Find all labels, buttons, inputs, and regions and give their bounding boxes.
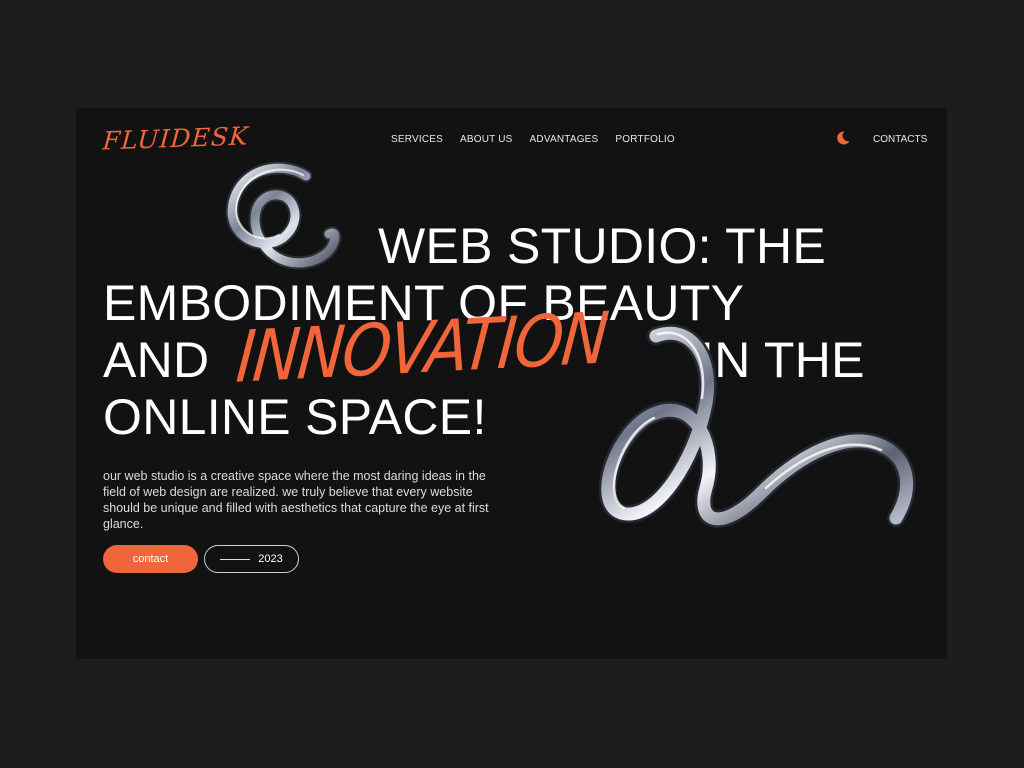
brand-logo[interactable]: FLUIDESK xyxy=(102,121,250,155)
moon-icon[interactable] xyxy=(835,130,851,146)
nav-item-advantages[interactable]: ADVANTAGES xyxy=(530,134,599,145)
year-label: 2023 xyxy=(258,553,283,565)
headline-line-4: ONLINE SPACE! xyxy=(103,389,487,445)
nav-item-services[interactable]: SERVICES xyxy=(391,134,443,145)
headline-line-1: WEB STUDIO: THE xyxy=(378,218,827,274)
hero-frame: FLUIDESK SERVICES ABOUT US ADVANTAGES PO… xyxy=(76,108,947,659)
chrome-coil-small-icon xyxy=(225,161,342,270)
contacts-link[interactable]: CONTACTS xyxy=(873,134,927,145)
headline-accent-word: INNOVATION xyxy=(233,295,611,400)
nav-item-about-us[interactable]: ABOUT US xyxy=(460,134,513,145)
year-button[interactable]: 2023 xyxy=(204,545,299,573)
headline-line-3-end: IN THE xyxy=(700,332,865,388)
contact-button[interactable]: contact xyxy=(103,545,198,573)
nav-item-portfolio[interactable]: PORTFOLIO xyxy=(615,134,674,145)
headline-line-3-start: AND xyxy=(103,332,210,388)
divider-line xyxy=(220,558,251,560)
main-nav: SERVICES ABOUT US ADVANTAGES PORTFOLIO xyxy=(391,134,675,145)
hero-description: our web studio is a creative space where… xyxy=(103,469,489,531)
